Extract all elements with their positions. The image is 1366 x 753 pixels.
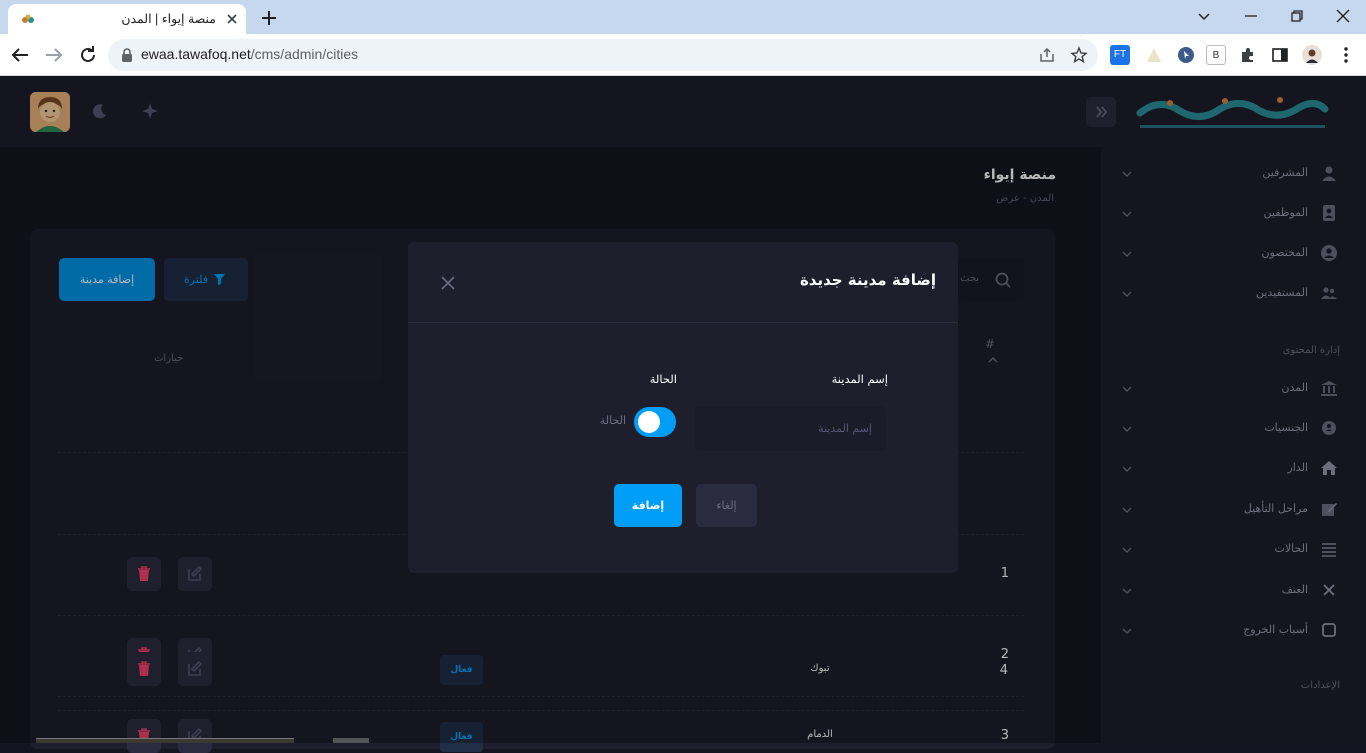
extension-ft-icon[interactable]: FT	[1110, 45, 1130, 65]
restore-icon[interactable]	[1286, 5, 1308, 27]
add-city-modal: إضافة مدينة جديدة إسم المدينة الحالة الح…	[408, 242, 958, 573]
reload-icon[interactable]	[76, 43, 100, 67]
tab-title: منصة إيواء | المدن	[121, 12, 216, 26]
address-bar[interactable]: ewaa.tawafoq.net/cms/admin/cities	[108, 39, 1098, 71]
new-tab-icon[interactable]	[258, 7, 280, 29]
status-label: الحالة	[649, 372, 677, 386]
status-toggle[interactable]	[634, 407, 676, 437]
tab-search-icon[interactable]	[1193, 5, 1215, 27]
modal-title: إضافة مدينة جديدة	[799, 271, 936, 289]
forward-icon[interactable]	[42, 43, 66, 67]
city-name-label: إسم المدينة	[831, 372, 888, 386]
toggle-knob	[638, 411, 660, 433]
share-icon[interactable]	[1038, 46, 1056, 64]
taskbar-preview-2	[333, 738, 369, 743]
back-icon[interactable]	[8, 43, 32, 67]
extension-b-icon[interactable]: B	[1206, 45, 1226, 65]
url-text: ewaa.tawafoq.net/cms/admin/cities	[141, 46, 359, 62]
submit-button[interactable]: إضافة	[614, 484, 682, 527]
tab-close-icon[interactable]	[224, 11, 240, 27]
profile-avatar-icon[interactable]	[1302, 45, 1322, 65]
side-panel-icon[interactable]	[1270, 45, 1290, 65]
close-window-icon[interactable]	[1332, 5, 1354, 27]
lock-icon	[122, 48, 132, 62]
close-icon[interactable]	[440, 275, 456, 291]
status-toggle-label: الحالة	[599, 414, 626, 427]
browser-menu-icon[interactable]	[1336, 45, 1356, 65]
extensions-puzzle-icon[interactable]	[1238, 45, 1258, 65]
extension-cursor-icon[interactable]	[1176, 45, 1196, 65]
minimize-icon[interactable]	[1240, 5, 1262, 27]
browser-tab[interactable]: منصة إيواء | المدن	[8, 4, 246, 34]
city-name-input[interactable]	[695, 406, 886, 451]
browser-tab-bar: منصة إيواء | المدن	[0, 0, 1366, 34]
taskbar-preview	[36, 738, 294, 743]
bookmark-star-icon[interactable]	[1070, 46, 1088, 64]
browser-toolbar: ewaa.tawafoq.net/cms/admin/cities FT B	[0, 34, 1366, 76]
cancel-button[interactable]: إلغاء	[696, 484, 757, 527]
extension-triangle-icon[interactable]	[1144, 45, 1164, 65]
modal-divider	[408, 322, 958, 323]
site-favicon-icon	[22, 14, 34, 23]
